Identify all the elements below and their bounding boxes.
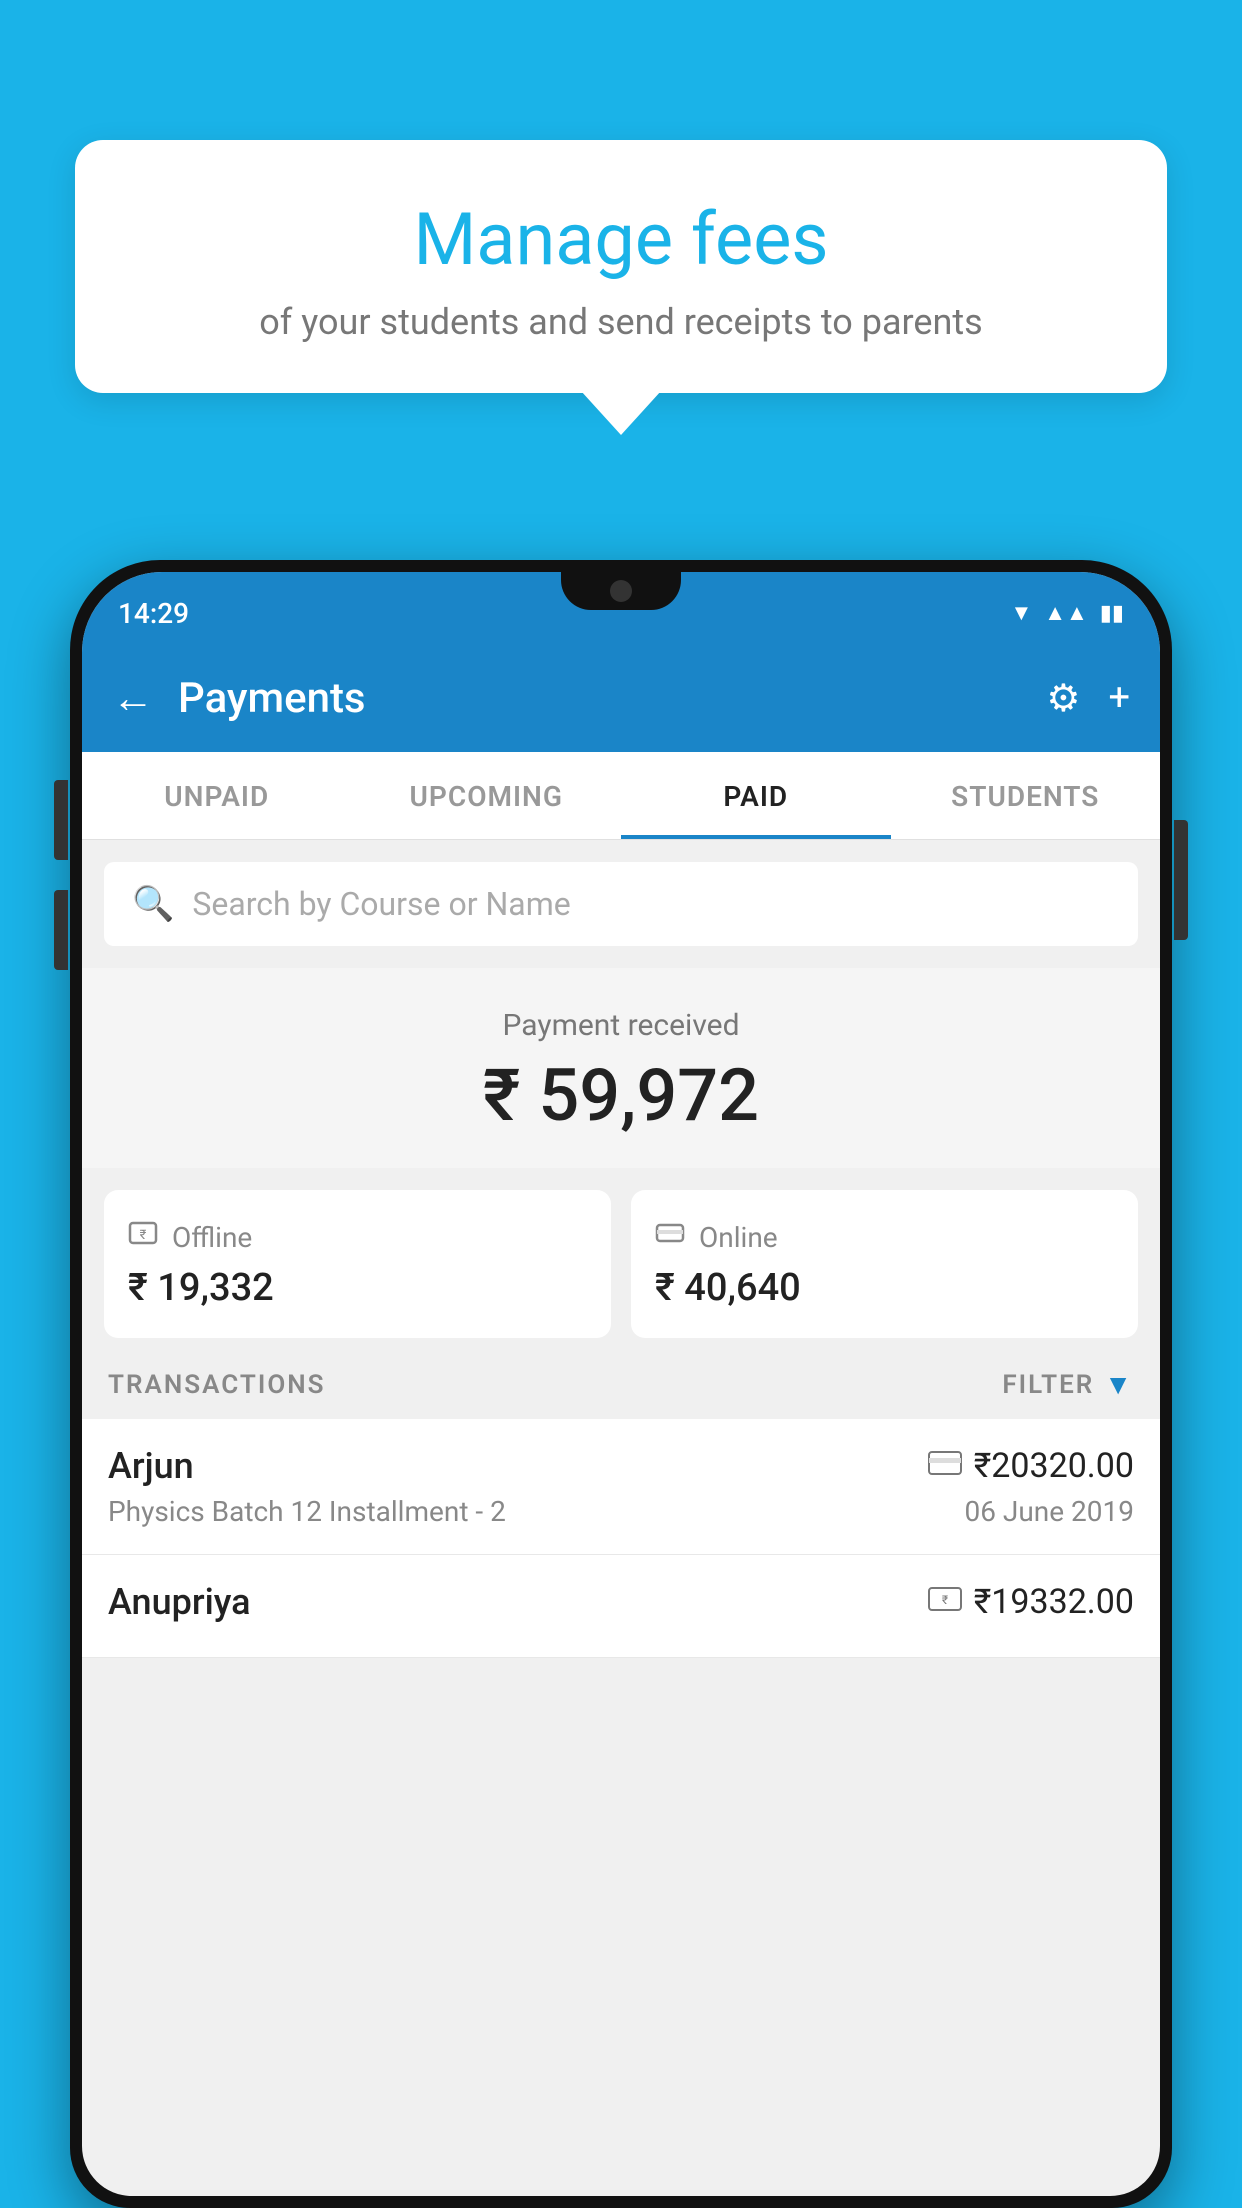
settings-icon[interactable]: ⚙ — [1046, 676, 1080, 721]
tab-bar: UNPAID UPCOMING PAID STUDENTS — [82, 752, 1160, 840]
search-bar[interactable]: 🔍 Search by Course or Name — [104, 862, 1138, 946]
phone-frame: 14:29 ▼ ▲▲ ▮▮ ← Payments ⚙ + UNPAID UPCO… — [70, 560, 1172, 2208]
payment-received-amount: ₹ 59,972 — [82, 1053, 1160, 1138]
tab-paid[interactable]: PAID — [621, 752, 891, 839]
app-bar: ← Payments ⚙ + — [82, 644, 1160, 752]
status-icons: ▼ ▲▲ ▮▮ — [1010, 600, 1124, 626]
transaction-name-anupriya: Anupriya — [108, 1581, 251, 1623]
phone-screen: 14:29 ▼ ▲▲ ▮▮ ← Payments ⚙ + UNPAID UPCO… — [82, 572, 1160, 2196]
tooltip-subtitle: of your students and send receipts to pa… — [125, 301, 1117, 343]
transactions-label: TRANSACTIONS — [108, 1370, 326, 1400]
app-bar-title: Payments — [178, 674, 1022, 723]
payment-card-icon-arjun — [928, 1450, 962, 1483]
tab-unpaid[interactable]: UNPAID — [82, 752, 352, 839]
battery-icon: ▮▮ — [1100, 601, 1124, 626]
transaction-date-arjun: 06 June 2019 — [964, 1495, 1134, 1528]
back-button[interactable]: ← — [112, 674, 154, 723]
volume-down-button[interactable] — [54, 890, 68, 970]
offline-label: Offline — [172, 1221, 252, 1254]
offline-card: ₹ Offline ₹ 19,332 — [104, 1190, 611, 1338]
online-label: Online — [699, 1221, 778, 1254]
online-icon — [655, 1218, 685, 1256]
tooltip-title: Manage fees — [125, 200, 1117, 279]
transaction-name-arjun: Arjun — [108, 1445, 194, 1487]
search-icon: 🔍 — [132, 884, 174, 924]
payment-cards: ₹ Offline ₹ 19,332 — [82, 1168, 1160, 1338]
status-time: 14:29 — [118, 597, 189, 630]
content-area: 🔍 Search by Course or Name Payment recei… — [82, 862, 1160, 1658]
transaction-amount-wrap-anupriya: ₹ ₹19332.00 — [928, 1582, 1134, 1622]
volume-up-button[interactable] — [54, 780, 68, 860]
offline-icon: ₹ — [128, 1218, 158, 1256]
filter-button[interactable]: FILTER ▼ — [1002, 1368, 1134, 1401]
search-placeholder: Search by Course or Name — [192, 885, 570, 923]
tab-students[interactable]: STUDENTS — [891, 752, 1161, 839]
transaction-item-arjun[interactable]: Arjun ₹20320.00 Physics Batch 12 — [82, 1419, 1160, 1555]
transaction-desc-arjun: Physics Batch 12 Installment - 2 — [108, 1495, 506, 1528]
transaction-amount-wrap-arjun: ₹20320.00 — [928, 1446, 1134, 1486]
filter-icon: ▼ — [1104, 1368, 1134, 1401]
wifi-icon: ▼ — [1010, 600, 1032, 626]
power-button[interactable] — [1174, 820, 1188, 940]
online-card: Online ₹ 40,640 — [631, 1190, 1138, 1338]
transactions-header: TRANSACTIONS FILTER ▼ — [82, 1338, 1160, 1419]
transaction-item-anupriya[interactable]: Anupriya ₹ ₹19332.00 — [82, 1555, 1160, 1658]
filter-label: FILTER — [1002, 1370, 1094, 1400]
payment-received-section: Payment received ₹ 59,972 — [82, 968, 1160, 1168]
transaction-amount-anupriya: ₹19332.00 — [974, 1582, 1134, 1622]
front-camera — [610, 580, 632, 602]
svg-text:₹: ₹ — [942, 1593, 948, 1607]
phone-notch — [561, 572, 681, 610]
tooltip-card: Manage fees of your students and send re… — [75, 140, 1167, 393]
add-icon[interactable]: + — [1108, 676, 1130, 720]
app-bar-icons: ⚙ + — [1046, 676, 1130, 721]
payment-received-label: Payment received — [82, 1008, 1160, 1043]
offline-amount: ₹ 19,332 — [128, 1266, 587, 1310]
online-amount: ₹ 40,640 — [655, 1266, 1114, 1310]
svg-text:₹: ₹ — [140, 1228, 147, 1243]
signal-icon: ▲▲ — [1044, 600, 1088, 626]
transaction-amount-arjun: ₹20320.00 — [974, 1446, 1134, 1486]
payment-card-icon-anupriya: ₹ — [928, 1586, 962, 1619]
tab-upcoming[interactable]: UPCOMING — [352, 752, 622, 839]
